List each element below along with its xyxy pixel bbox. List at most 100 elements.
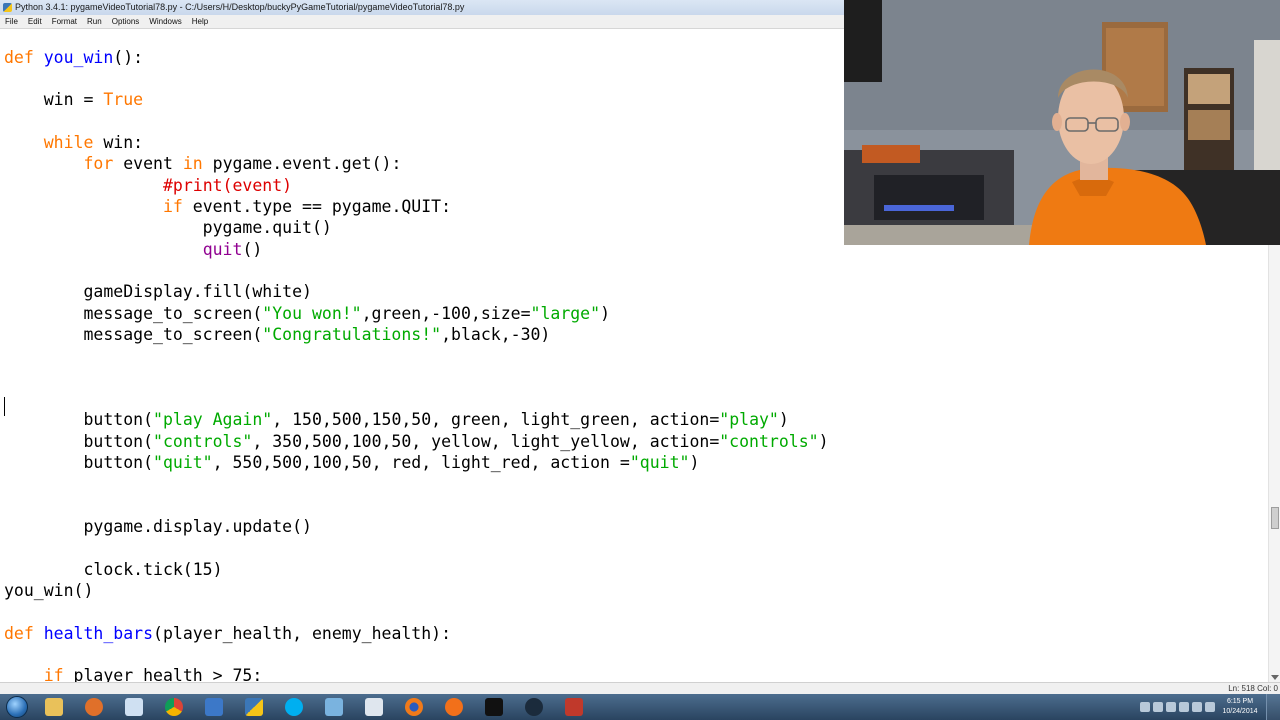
code-text: clock.tick(15)	[4, 560, 223, 579]
string-literal: "play"	[719, 410, 779, 429]
code-line: message_to_screen("You won!",green,-100,…	[4, 303, 610, 324]
scroll-down-arrow-icon[interactable]	[1271, 675, 1279, 680]
taskbar-app-skype[interactable]	[274, 694, 314, 720]
menu-format[interactable]: Format	[47, 15, 82, 29]
code-line: #print(event)	[4, 175, 292, 196]
system-tray	[1140, 694, 1215, 720]
code-text: win:	[93, 133, 144, 152]
string-literal: "controls"	[719, 432, 819, 451]
folder-icon	[45, 698, 63, 716]
window-titlebar: Python 3.4.1: pygameVideoTutorial78.py -…	[0, 0, 845, 15]
code-line: message_to_screen("Congratulations!",bla…	[4, 324, 550, 345]
taskbar-app-python-idle[interactable]	[234, 694, 274, 720]
menu-edit[interactable]: Edit	[23, 15, 47, 29]
app-icon	[325, 698, 343, 716]
taskbar-app-command-prompt[interactable]	[474, 694, 514, 720]
menu-file[interactable]: File	[0, 15, 23, 29]
function-name: health_bars	[43, 624, 154, 643]
code-text: ,green,-100,size=	[361, 304, 531, 323]
python-icon	[245, 698, 263, 716]
cursor-position: Ln: 518 Col: 0	[1228, 684, 1278, 693]
windows-logo-icon	[6, 696, 28, 718]
taskbar-app-red[interactable]	[554, 694, 594, 720]
code-text: pygame.display.update()	[4, 517, 312, 536]
taskbar-app-firefox[interactable]	[394, 694, 434, 720]
code-line: if player_health > 75:	[4, 665, 263, 682]
taskbar-app-remote-desktop[interactable]	[354, 694, 394, 720]
code-line: win = True	[4, 89, 143, 110]
firefox-icon	[405, 698, 423, 716]
builtin-quit: quit	[202, 240, 243, 259]
clock-time: 6:15 PM	[1226, 698, 1254, 705]
keyword-def: def	[4, 48, 34, 67]
code-line: you_win()	[4, 580, 93, 601]
menu-help[interactable]: Help	[187, 15, 213, 29]
network-icon[interactable]	[1166, 702, 1176, 712]
taskbar-app-orange[interactable]	[434, 694, 474, 720]
vertical-scrollbar[interactable]	[1268, 245, 1280, 682]
code-line: def health_bars(player_health, enemy_hea…	[4, 623, 451, 644]
code-text: gameDisplay.fill(white)	[4, 282, 312, 301]
computer-icon	[365, 698, 383, 716]
code-text: pygame.event.get():	[202, 154, 402, 173]
status-bar: Ln: 518 Col: 0	[0, 682, 1280, 694]
media-player-icon	[85, 698, 103, 716]
keyword-in: in	[182, 154, 203, 173]
app-icon	[565, 698, 583, 716]
code-text: , 150,500,150,50, green, light_green, ac…	[272, 410, 720, 429]
string-literal: "play Again"	[153, 410, 273, 429]
terminal-icon	[485, 698, 503, 716]
taskbar-app-camera[interactable]	[514, 694, 554, 720]
code-text: , 350,500,100,50, yellow, light_yellow, …	[252, 432, 720, 451]
taskbar-app-blue[interactable]	[314, 694, 354, 720]
taskbar-app-chrome[interactable]	[154, 694, 194, 720]
speaker-icon[interactable]	[1179, 702, 1189, 712]
taskbar-app-file-explorer[interactable]	[34, 694, 74, 720]
tray-arrow-icon[interactable]	[1140, 702, 1150, 712]
string-literal: "You won!"	[262, 304, 362, 323]
menu-windows[interactable]: Windows	[144, 15, 186, 29]
app-tray-icon[interactable]	[1205, 702, 1215, 712]
code-line: quit()	[4, 239, 263, 260]
menu-run[interactable]: Run	[82, 15, 107, 29]
chrome-icon	[165, 698, 183, 716]
code-text: )	[689, 453, 700, 472]
code-text: (player_health, enemy_health):	[153, 624, 452, 643]
code-comment: #print(event)	[162, 176, 293, 195]
power-icon[interactable]	[1192, 702, 1202, 712]
keyword-for: for	[83, 154, 114, 173]
taskbar-app-feather[interactable]	[194, 694, 234, 720]
code-line: button("quit", 550,500,100,50, red, ligh…	[4, 452, 699, 473]
windows-taskbar: 6:15 PM 10/24/2014	[0, 694, 1280, 720]
app-icon	[445, 698, 463, 716]
taskbar-app-notepad[interactable]	[114, 694, 154, 720]
keyword-if: if	[43, 666, 64, 682]
feather-icon	[205, 698, 223, 716]
scrollbar-thumb[interactable]	[1271, 507, 1279, 529]
function-name: you_win	[43, 48, 114, 67]
window-title: Python 3.4.1: pygameVideoTutorial78.py -…	[15, 2, 465, 12]
menu-options[interactable]: Options	[107, 15, 145, 29]
code-line: while win:	[4, 132, 143, 153]
python-app-icon	[3, 3, 12, 12]
code-text: ,black,-30)	[441, 325, 551, 344]
code-line: pygame.quit()	[4, 217, 332, 238]
code-text: you_win()	[4, 581, 94, 600]
keyword-if: if	[162, 197, 183, 216]
show-desktop-button[interactable]	[1266, 694, 1280, 720]
code-text: button(	[4, 432, 154, 451]
keyword-def: def	[4, 624, 34, 643]
code-text: event	[113, 154, 183, 173]
code-text: )	[778, 410, 789, 429]
start-button[interactable]	[0, 694, 34, 720]
taskbar-app-media-player[interactable]	[74, 694, 114, 720]
flag-icon[interactable]	[1153, 702, 1163, 712]
code-text: )	[818, 432, 829, 451]
taskbar-clock[interactable]: 6:15 PM 10/24/2014	[1217, 697, 1263, 717]
